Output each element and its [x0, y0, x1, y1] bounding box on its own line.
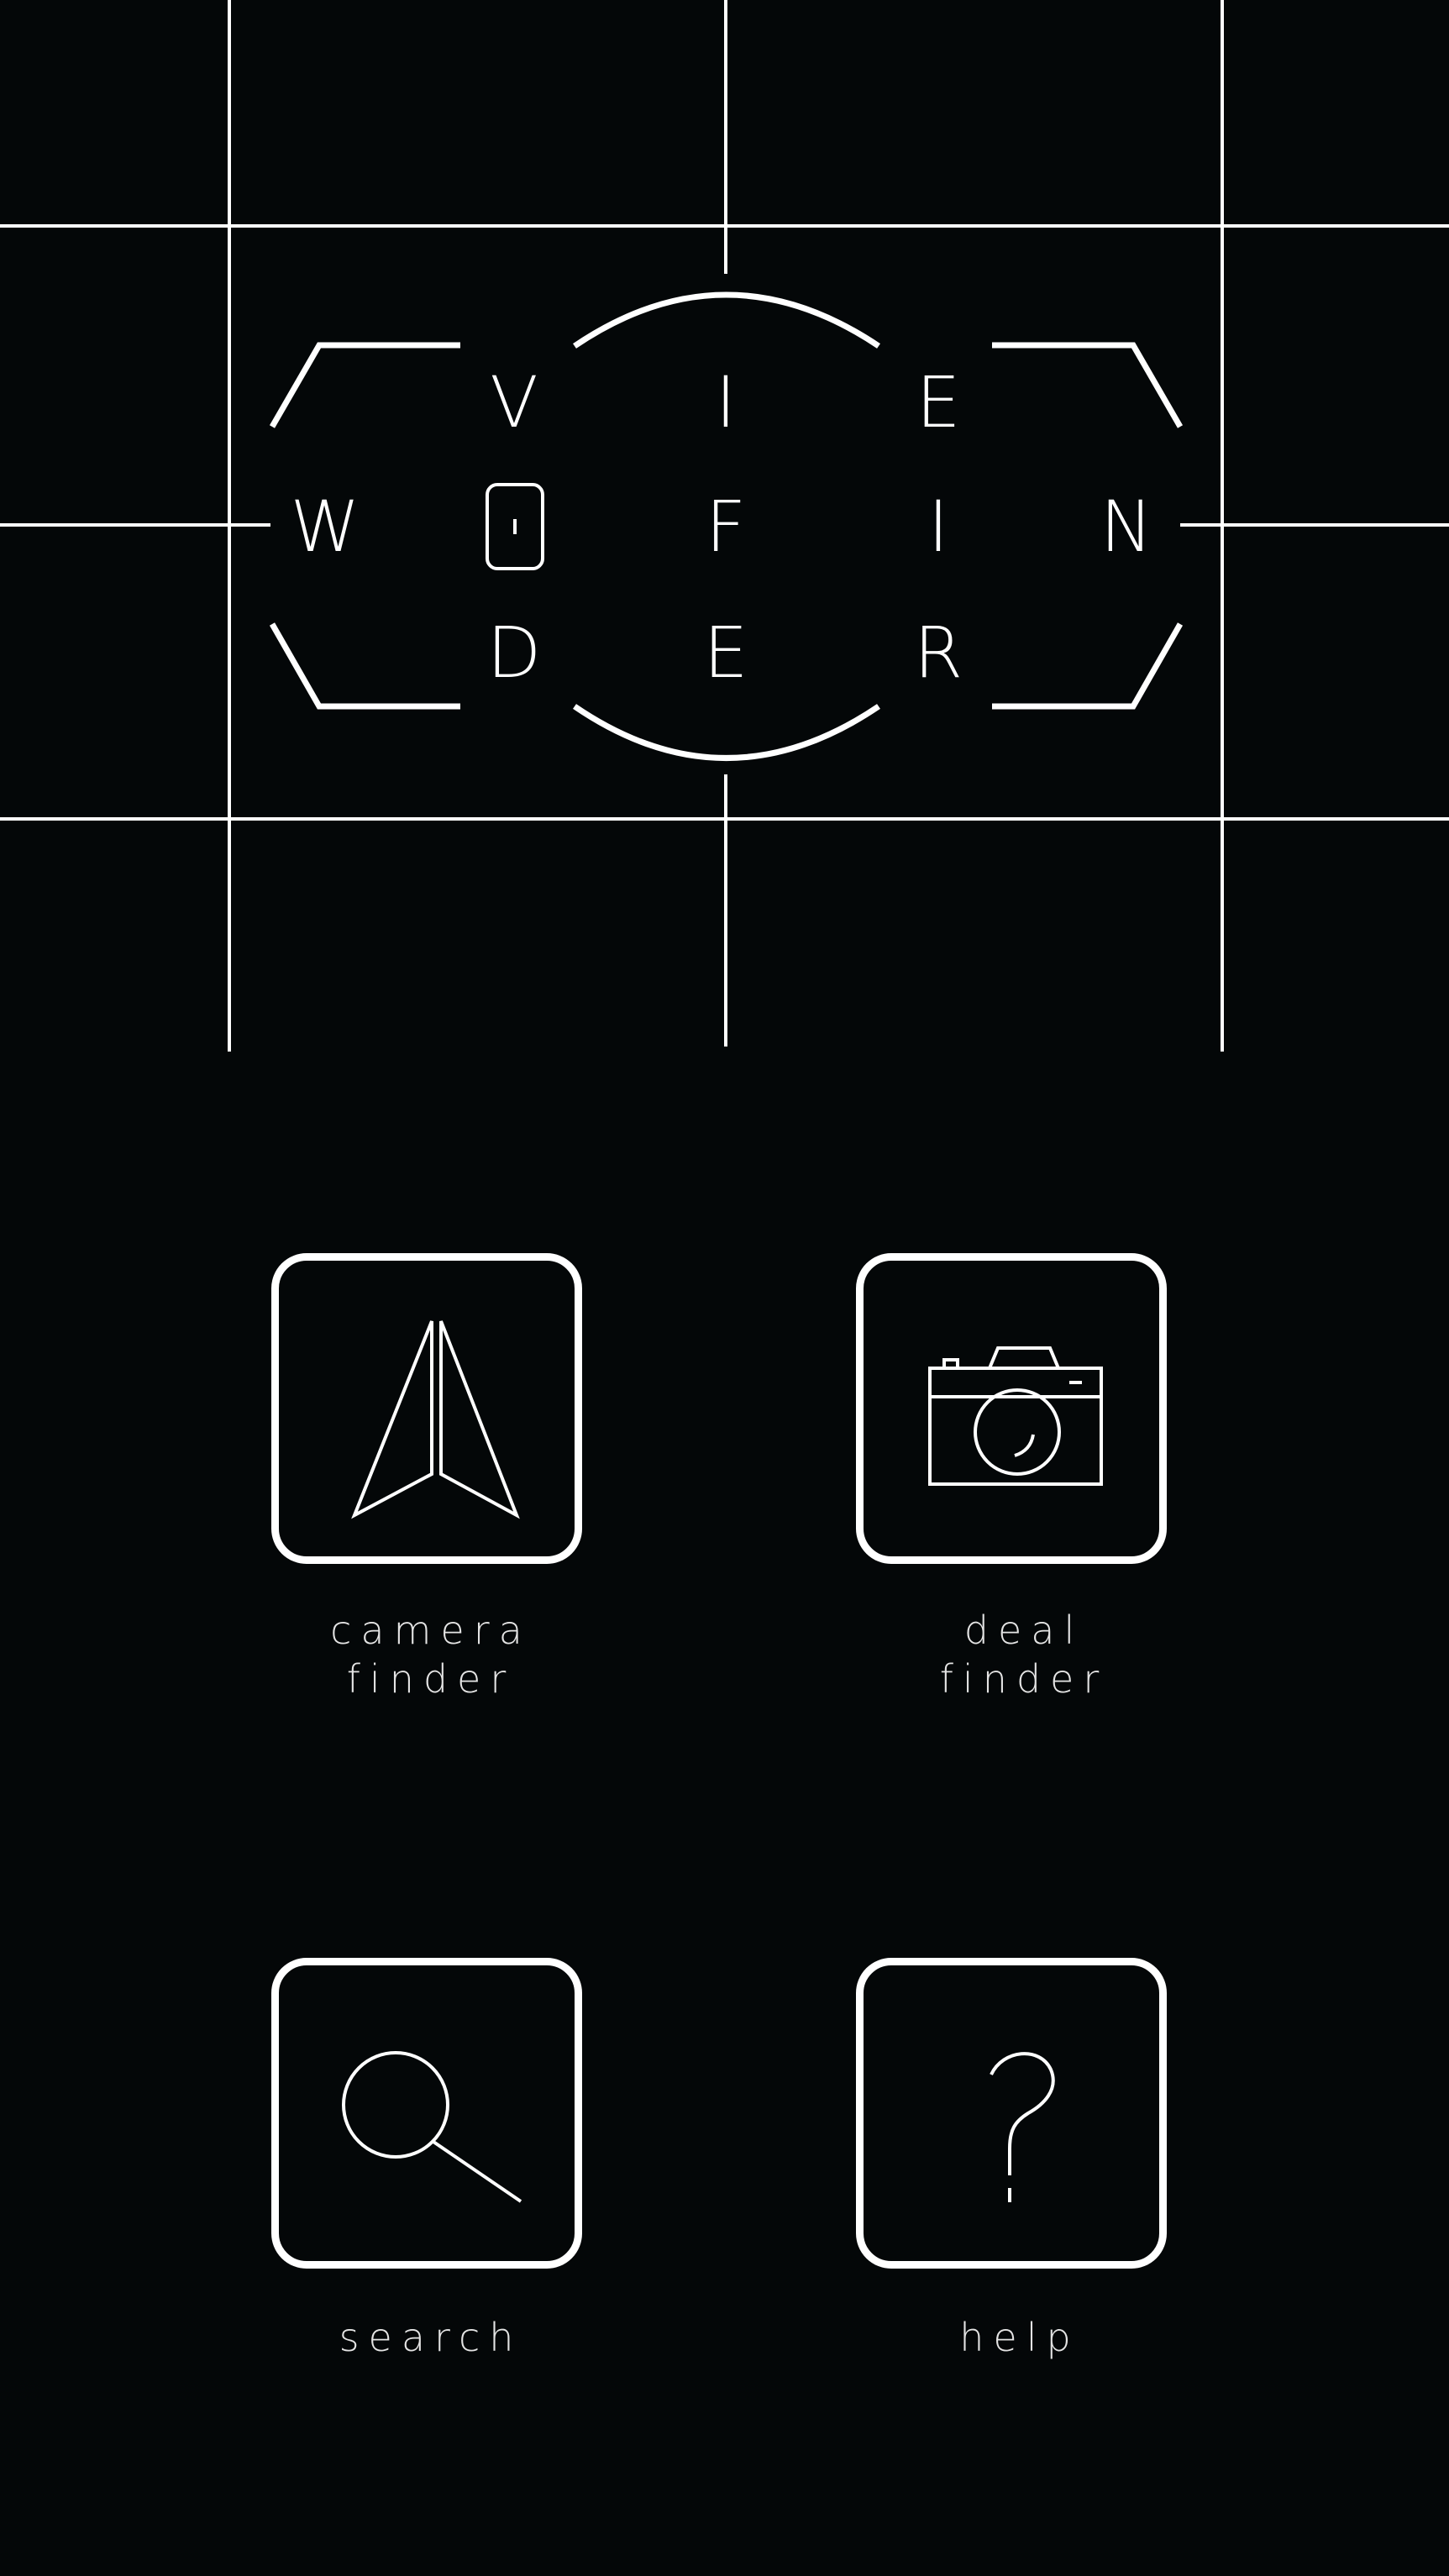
viewwinder-logo: V I E W F I N D E R	[0, 0, 1449, 1052]
help-label[interactable]: help	[801, 2313, 1238, 2362]
search-label[interactable]: search	[213, 2313, 649, 2362]
logo-letter-d: D	[487, 611, 542, 694]
deal-finder-button[interactable]	[856, 1253, 1167, 1564]
logo-letter-n: N	[1100, 485, 1153, 568]
camera-icon	[928, 1346, 1103, 1486]
logo-lens-o-icon	[486, 483, 544, 570]
deal-finder-label[interactable]: deal finder	[806, 1606, 1242, 1703]
camera-finder-label[interactable]: camera finder	[213, 1606, 649, 1703]
question-mark-icon	[990, 2052, 1055, 2202]
logo-letters: V I E W F I N D E R	[290, 361, 1152, 694]
camera-finder-label-line2: finder	[346, 1656, 516, 1702]
logo-letter-r: R	[914, 611, 963, 694]
logo-letter-w: W	[290, 485, 360, 568]
camera-finder-label-line1: camera	[330, 1608, 532, 1653]
logo-letter-e: E	[916, 361, 960, 443]
search-button[interactable]	[271, 1958, 582, 2269]
paper-plane-arrow-icon	[351, 1320, 520, 1519]
logo-letter-i: I	[716, 361, 737, 443]
logo-letter-v: V	[490, 361, 538, 443]
magnifier-icon	[342, 2051, 522, 2203]
search-label-text: search	[339, 2315, 523, 2360]
deal-finder-label-line2: finder	[939, 1656, 1109, 1702]
camera-finder-button[interactable]	[271, 1253, 582, 1564]
help-button[interactable]	[856, 1958, 1167, 2269]
deal-finder-label-line1: deal	[963, 1608, 1084, 1653]
logo-letter-i-2: I	[928, 485, 949, 568]
logo-letter-e-2: E	[703, 611, 748, 694]
logo-letter-f: F	[706, 485, 746, 568]
help-label-text: help	[959, 2315, 1080, 2360]
